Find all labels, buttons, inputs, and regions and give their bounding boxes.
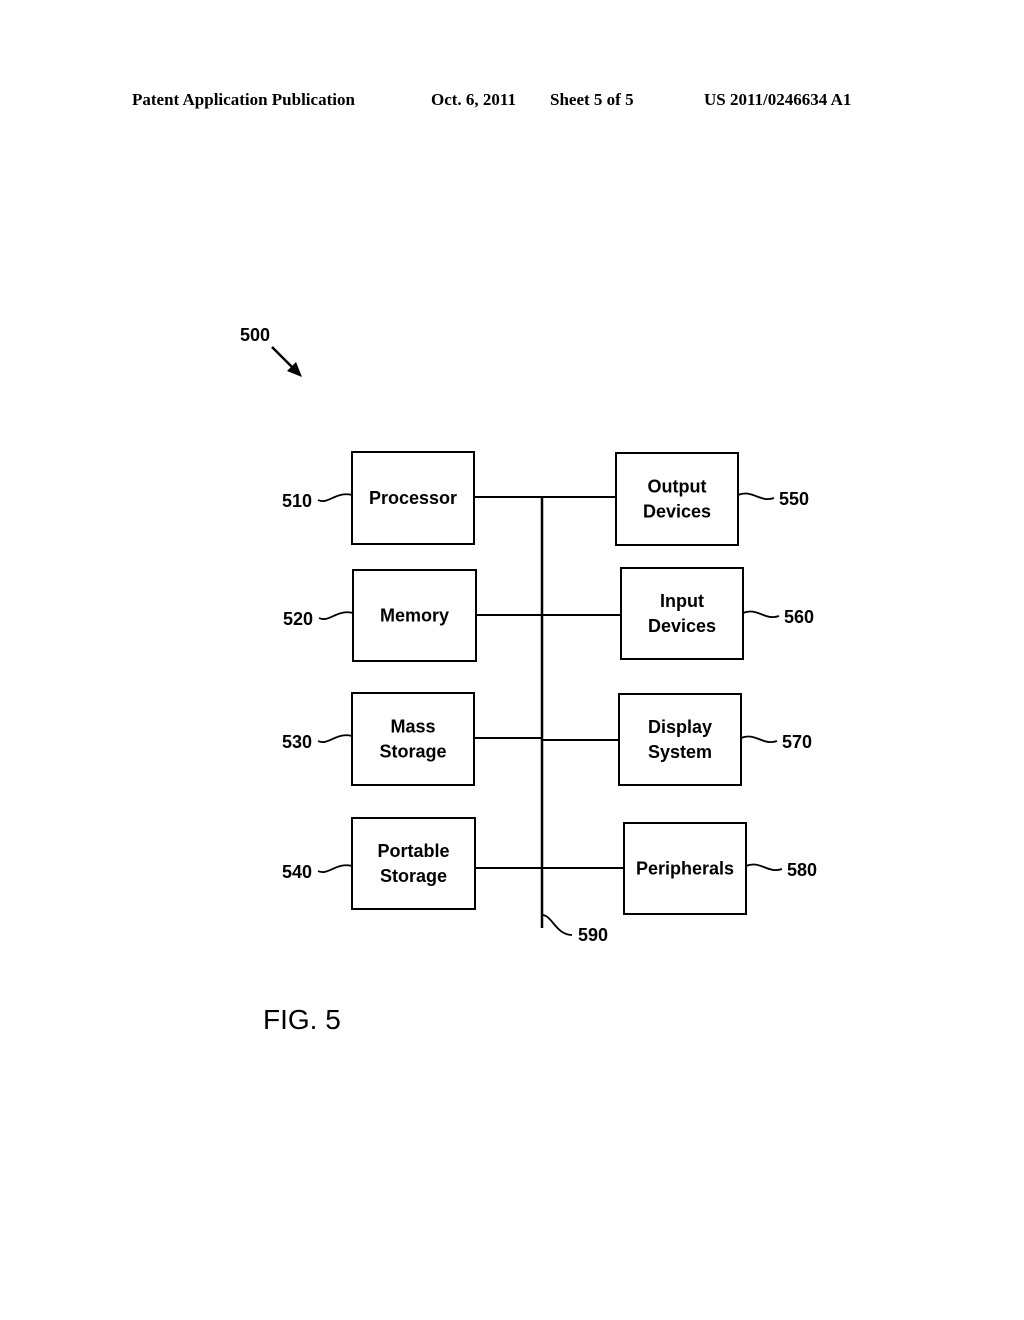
leader-line: [742, 610, 780, 618]
block-box: [351, 817, 476, 910]
block-box: [351, 692, 475, 786]
block-label: Memory: [380, 606, 449, 626]
block-box: [620, 567, 744, 660]
block-label: Input: [660, 591, 704, 611]
block-peripherals: Peripherals 580: [542, 822, 817, 915]
block-input-devices: Input Devices 560: [542, 567, 814, 660]
figure-caption: FIG. 5: [263, 1004, 341, 1035]
figure-ref-label: 500: [240, 325, 270, 345]
block-ref-label: 540: [282, 862, 312, 882]
block-display-system: Display System 570: [542, 693, 812, 786]
leader-line: [317, 864, 353, 873]
block-ref-label: 530: [282, 732, 312, 752]
block-label: Devices: [643, 502, 711, 522]
block-diagram: 500 590 Processor 510 Memory 520 Mass Storage…: [240, 325, 817, 1035]
leader-line: [318, 611, 354, 620]
leader-line: [740, 735, 778, 743]
leader-line: [737, 492, 775, 500]
block-ref-label: 560: [784, 607, 814, 627]
block-label: Output: [648, 477, 707, 497]
block-label: Storage: [379, 742, 446, 762]
bus-ref-label: 590: [578, 925, 608, 945]
block-label: Mass: [390, 717, 435, 737]
block-label: Portable: [377, 841, 449, 861]
block-box: [618, 693, 742, 786]
block-box: [615, 452, 739, 546]
block-ref-label: 520: [283, 609, 313, 629]
block-mass-storage: Mass Storage 530: [282, 692, 542, 786]
block-memory: Memory 520: [283, 569, 542, 662]
block-output-devices: Output Devices 550: [542, 452, 809, 546]
block-ref-label: 510: [282, 491, 312, 511]
leader-line: [745, 863, 783, 871]
block-label: Peripherals: [636, 859, 734, 879]
block-ref-label: 570: [782, 732, 812, 752]
block-label: Devices: [648, 616, 716, 636]
block-ref-label: 550: [779, 489, 809, 509]
leader-line: [317, 734, 353, 743]
block-portable-storage: Portable Storage 540: [282, 817, 542, 910]
block-processor: Processor 510: [282, 451, 542, 545]
block-label: Display: [648, 717, 712, 737]
bus-leader-line: [541, 914, 573, 936]
block-ref-label: 580: [787, 860, 817, 880]
block-label: Storage: [380, 866, 447, 886]
block-label: System: [648, 742, 712, 762]
block-label: Processor: [369, 488, 457, 508]
leader-line: [317, 493, 353, 502]
